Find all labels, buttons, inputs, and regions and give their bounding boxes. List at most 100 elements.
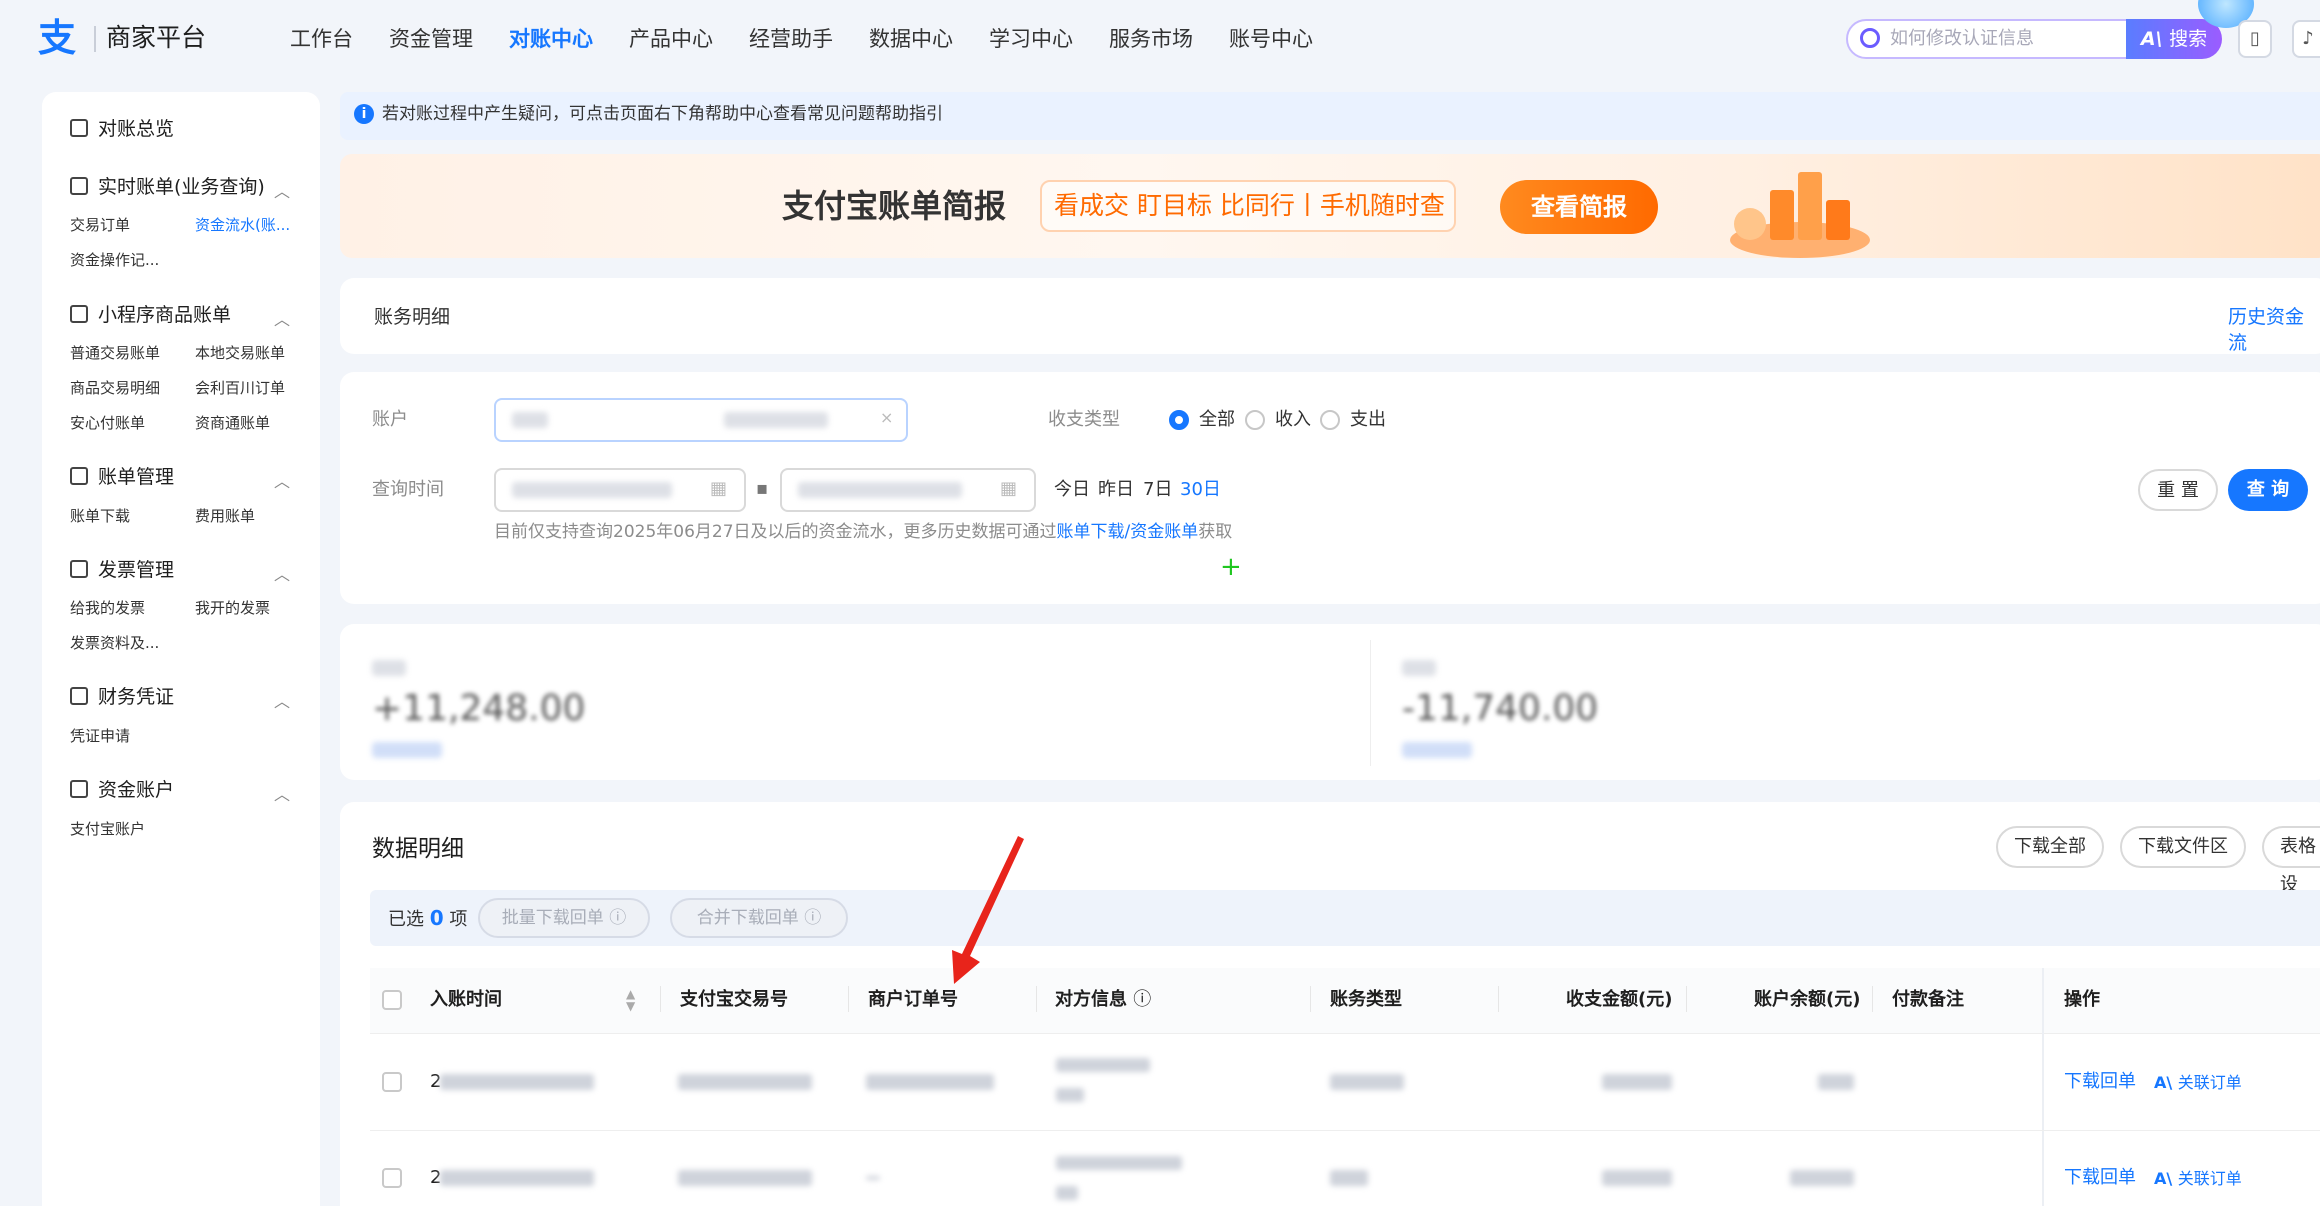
sidebar-group-bill-mgmt[interactable]: 账单管理 bbox=[70, 464, 174, 490]
sidebar-group-miniapp[interactable]: 小程序商品账单 bbox=[70, 302, 231, 328]
nav-account[interactable]: 账号中心 bbox=[1229, 24, 1313, 54]
sidebar-item-fee-bill[interactable]: 费用账单 bbox=[195, 505, 255, 527]
chevron-up-icon[interactable]: ︿ bbox=[274, 561, 290, 585]
voucher-icon bbox=[70, 687, 88, 705]
col-counterparty[interactable]: 对方信息 ⓘ bbox=[1055, 988, 1151, 1012]
sidebar-item-normal-trade[interactable]: 普通交易账单 bbox=[70, 342, 160, 364]
radio-all-label[interactable]: 全部 bbox=[1199, 408, 1235, 432]
sidebar-group-voucher[interactable]: 财务凭证 bbox=[70, 684, 174, 710]
expense-detail-redacted[interactable] bbox=[1402, 742, 1472, 758]
download-receipt-link[interactable]: 下载回单 bbox=[2064, 1070, 2136, 1094]
hint-suffix: 获取 bbox=[1198, 522, 1233, 542]
nav-reconciliation[interactable]: 对账中心 bbox=[509, 24, 593, 54]
sidebar-group-fund-account[interactable]: 资金账户 bbox=[70, 777, 174, 803]
batch-download-receipts-button[interactable]: 批量下载回单 ⓘ bbox=[478, 898, 650, 938]
chevron-up-icon[interactable]: ︿ bbox=[274, 688, 290, 712]
select-all-checkbox[interactable] bbox=[382, 990, 402, 1010]
merge-download-receipts-button[interactable]: 合并下载回单 ⓘ bbox=[670, 898, 848, 938]
radio-expense-label[interactable]: 支出 bbox=[1350, 408, 1386, 432]
quick-today[interactable]: 今日 bbox=[1054, 478, 1090, 502]
nav-service-market[interactable]: 服务市场 bbox=[1109, 24, 1193, 54]
clear-icon[interactable]: × bbox=[880, 408, 893, 427]
sidebar-item-zishangtong[interactable]: 资商通账单 bbox=[195, 412, 270, 434]
date-range-separator-icon: ▪ bbox=[756, 478, 769, 499]
related-order-link[interactable]: A\ 关联订单 bbox=[2154, 1072, 2242, 1094]
sidebar-item-local-trade[interactable]: 本地交易账单 bbox=[195, 342, 285, 364]
row-trade-no-redacted[interactable] bbox=[678, 1074, 812, 1090]
table-settings-button[interactable]: 表格设 bbox=[2262, 826, 2320, 895]
col-amount[interactable]: 收支金额(元) bbox=[1566, 988, 1672, 1012]
col-balance[interactable]: 账户余额(元) bbox=[1754, 988, 1860, 1012]
account-select[interactable] bbox=[494, 398, 908, 442]
sidebar-item-fund-ops[interactable]: 资金操作记... bbox=[70, 249, 159, 271]
quick-7days[interactable]: 7日 bbox=[1143, 478, 1172, 502]
income-total: +11,248.00 bbox=[372, 688, 586, 729]
sidebar-group-invoice[interactable]: 发票管理 bbox=[70, 557, 174, 583]
search-button[interactable]: A\ 搜索 bbox=[2126, 19, 2222, 59]
bill-download-link[interactable]: 账单下载/资金账单 bbox=[1057, 522, 1199, 542]
history-fund-flow-link[interactable]: 历史资金流 bbox=[2228, 304, 2320, 356]
download-files-button[interactable]: 下载文件区 bbox=[2120, 826, 2246, 868]
reset-button[interactable]: 重 置 bbox=[2138, 469, 2218, 511]
platform-name[interactable]: 商家平台 bbox=[106, 22, 206, 54]
sort-icon[interactable]: ▲ ▼ bbox=[626, 988, 635, 1012]
sidebar-item-voucher-apply[interactable]: 凭证申请 bbox=[70, 725, 130, 747]
sidebar-item-fund-flow[interactable]: 资金流水(账... bbox=[195, 214, 290, 236]
sidebar-item-goods-detail[interactable]: 商品交易明细 bbox=[70, 377, 160, 399]
quick-yesterday[interactable]: 昨日 bbox=[1098, 478, 1134, 502]
col-entry-time[interactable]: 入账时间 bbox=[430, 988, 502, 1012]
view-report-button[interactable]: 查看简报 bbox=[1500, 180, 1658, 234]
chevron-up-icon[interactable]: ︿ bbox=[274, 468, 290, 492]
sidebar-item-huili-orders[interactable]: 会利百川订单 bbox=[195, 377, 285, 399]
sidebar-item-my-invoices[interactable]: 我开的发票 bbox=[195, 597, 270, 619]
sidebar-group-realtime[interactable]: 实时账单(业务查询) bbox=[70, 174, 265, 200]
row-trade-no-redacted[interactable] bbox=[678, 1170, 812, 1186]
row-order-no-redacted[interactable] bbox=[866, 1074, 994, 1090]
radio-income-label[interactable]: 收入 bbox=[1275, 408, 1311, 432]
radio-expense[interactable] bbox=[1320, 410, 1340, 430]
sidebar-item-invoices-to-me[interactable]: 给我的发票 bbox=[70, 597, 145, 619]
calendar-icon[interactable]: ▦ bbox=[710, 478, 727, 499]
radio-all[interactable] bbox=[1169, 410, 1189, 430]
yen-icon bbox=[70, 467, 88, 485]
nav-funds[interactable]: 资金管理 bbox=[389, 24, 473, 54]
row-checkbox[interactable] bbox=[382, 1168, 402, 1188]
row-checkbox[interactable] bbox=[382, 1072, 402, 1092]
query-button[interactable]: 查 询 bbox=[2228, 469, 2308, 511]
col-alipay-trade-no[interactable]: 支付宝交易号 bbox=[680, 988, 788, 1012]
chevron-up-icon[interactable]: ︿ bbox=[274, 306, 290, 330]
sidebar-item-overview[interactable]: 对账总览 bbox=[70, 116, 174, 142]
sidebar-item-alipay-account[interactable]: 支付宝账户 bbox=[70, 818, 145, 840]
related-order-link[interactable]: A\ 关联订单 bbox=[2154, 1168, 2242, 1190]
sidebar-item-secure-pay[interactable]: 安心付账单 bbox=[70, 412, 145, 434]
col-payment-note[interactable]: 付款备注 bbox=[1892, 988, 1964, 1012]
mobile-icon[interactable]: ▯ bbox=[2238, 20, 2272, 58]
sidebar-item-trade-orders[interactable]: 交易订单 bbox=[70, 214, 130, 236]
invoice-icon bbox=[70, 560, 88, 578]
quick-30days[interactable]: 30日 bbox=[1180, 478, 1221, 502]
income-detail-redacted[interactable] bbox=[372, 742, 442, 758]
bell-icon[interactable]: ♪ bbox=[2292, 20, 2320, 58]
download-receipt-link[interactable]: 下载回单 bbox=[2064, 1166, 2136, 1190]
related-order-label: 关联订单 bbox=[2177, 1169, 2242, 1188]
sidebar-item-invoice-info[interactable]: 发票资料及... bbox=[70, 632, 159, 654]
nav-business-assistant[interactable]: 经营助手 bbox=[749, 24, 833, 54]
alipay-logo-icon[interactable]: 支 bbox=[38, 18, 82, 58]
col-merchant-order-no[interactable]: 商户订单号 bbox=[868, 988, 958, 1012]
expand-plus-icon[interactable]: + bbox=[1220, 552, 1242, 582]
nav-workbench[interactable]: 工作台 bbox=[290, 24, 353, 54]
nav-products[interactable]: 产品中心 bbox=[629, 24, 713, 54]
nav-learning[interactable]: 学习中心 bbox=[989, 24, 1073, 54]
sidebar-item-bill-download[interactable]: 账单下载 bbox=[70, 505, 130, 527]
radio-income[interactable] bbox=[1245, 410, 1265, 430]
chevron-up-icon[interactable]: ︿ bbox=[274, 781, 290, 805]
chevron-up-icon[interactable]: ︿ bbox=[274, 178, 290, 202]
merge-download-label: 合并下载回单 bbox=[696, 908, 799, 928]
col-account-type[interactable]: 账务类型 bbox=[1330, 988, 1402, 1012]
section-title: 账务明细 bbox=[374, 306, 451, 328]
download-all-button[interactable]: 下载全部 bbox=[1996, 826, 2104, 868]
bag-icon bbox=[70, 305, 88, 323]
account-value-redacted bbox=[512, 412, 548, 428]
calendar-icon[interactable]: ▦ bbox=[1000, 478, 1017, 499]
nav-data-center[interactable]: 数据中心 bbox=[869, 24, 953, 54]
